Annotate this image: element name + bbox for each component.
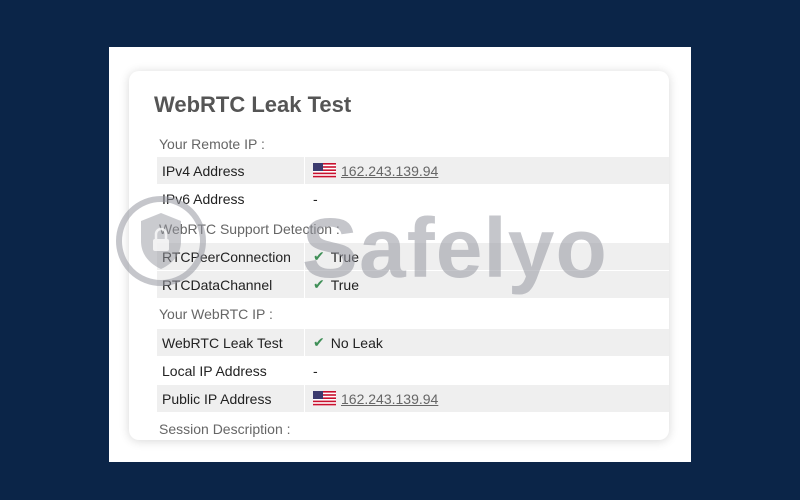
rtc-peer-value: True [330,248,360,265]
section-support-detection: WebRTC Support Detection : [159,221,340,237]
section-remote-ip: Your Remote IP : [159,136,265,152]
check-icon: ✔ [313,334,325,350]
ipv4-label: IPv4 Address [162,162,245,179]
check-icon: ✔ [313,276,325,292]
local-ip-label: Local IP Address [162,362,267,379]
row-ipv4: IPv4 Address 162.243.139.94 [157,157,669,184]
public-ip-label: Public IP Address [162,390,272,407]
local-ip-value: - [304,357,669,384]
row-rtc-peer: RTCPeerConnection ✔ True [157,243,669,270]
rtc-peer-label: RTCPeerConnection [162,248,291,265]
rtc-data-value-cell: ✔ True [304,271,669,298]
rtc-data-label: RTCDataChannel [162,276,273,293]
card-title: WebRTC Leak Test [154,92,352,117]
row-leak-test: WebRTC Leak Test ✔ No Leak [157,329,669,356]
leak-test-label: WebRTC Leak Test [162,334,283,351]
screenshot-frame: WebRTC Leak Test Your Remote IP : IPv4 A… [109,47,691,462]
section-webrtc-ip: Your WebRTC IP : [159,306,273,322]
public-ip-link[interactable]: 162.243.139.94 [341,391,438,407]
us-flag-icon [313,391,336,406]
public-ip-value-cell: 162.243.139.94 [304,385,669,412]
ipv6-label: IPv6 Address [162,190,245,207]
us-flag-icon [313,163,336,178]
check-icon: ✔ [313,248,325,264]
leak-test-value-cell: ✔ No Leak [304,329,669,356]
row-ipv6: IPv6 Address - [157,185,669,212]
rtc-peer-value-cell: ✔ True [304,243,669,270]
rtc-data-value: True [330,276,360,293]
section-session-description: Session Description : [159,421,291,437]
ipv4-value-cell: 162.243.139.94 [304,157,669,184]
leak-test-value: No Leak [330,334,383,351]
row-local-ip: Local IP Address - [157,357,669,384]
row-public-ip: Public IP Address 162.243.139.94 [157,385,669,412]
row-rtc-data: RTCDataChannel ✔ True [157,271,669,298]
webrtc-leak-card: WebRTC Leak Test Your Remote IP : IPv4 A… [129,71,669,440]
ipv4-link[interactable]: 162.243.139.94 [341,163,438,179]
ipv6-value: - [304,185,669,212]
